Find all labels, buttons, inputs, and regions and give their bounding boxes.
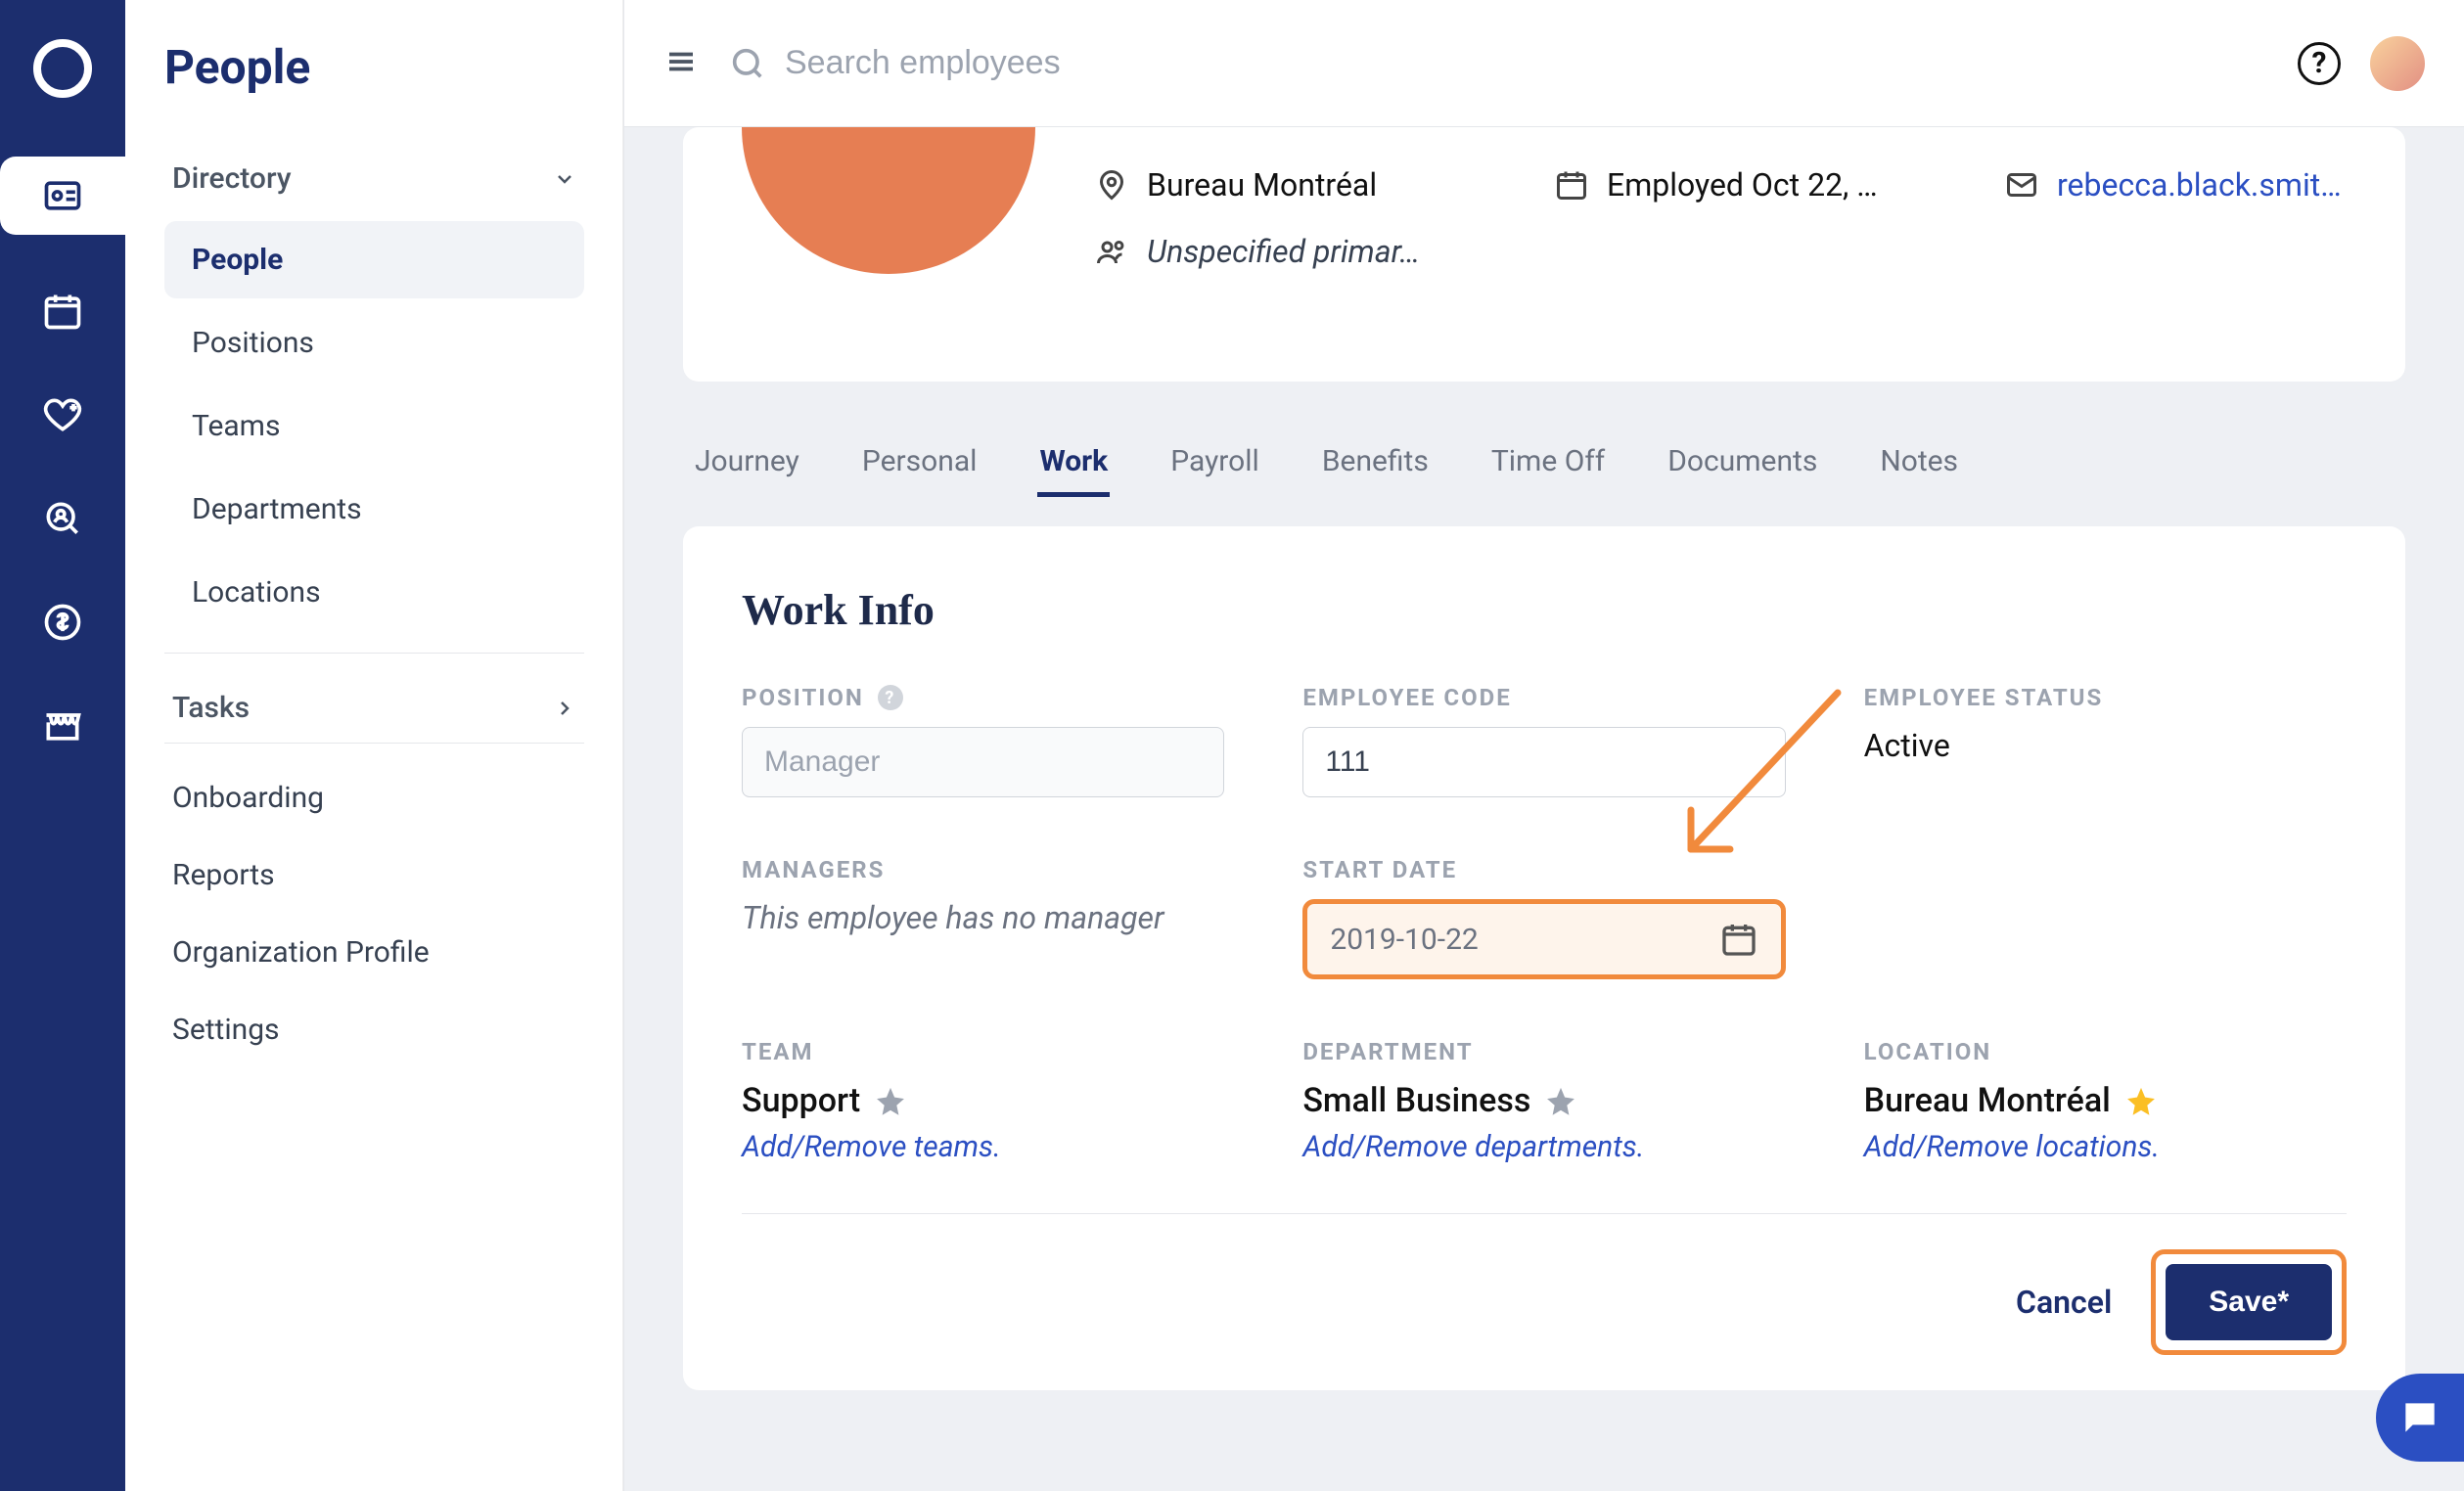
location-value: Bureau Montréal	[1864, 1081, 2111, 1120]
field-employee-code: Employee Code	[1302, 684, 1785, 797]
tab-journey[interactable]: Journey	[693, 430, 801, 497]
profile-primary-text: Unspecified primar…	[1147, 233, 1420, 270]
field-team: Team Support Add/Remove teams.	[742, 1038, 1224, 1164]
nav-subitem-positions[interactable]: Positions	[164, 304, 584, 382]
save-highlight: Save*	[2151, 1249, 2347, 1355]
managers-value: This employee has no manager	[742, 899, 1224, 936]
chevron-down-icon	[553, 167, 576, 191]
search-icon	[728, 44, 767, 83]
start-date-highlight: 2019-10-22	[1302, 899, 1785, 979]
nav-people-icon[interactable]	[0, 157, 125, 235]
department-label: Department	[1302, 1038, 1473, 1065]
nav-group-label: Tasks	[172, 691, 250, 725]
location-icon	[1094, 167, 1129, 203]
profile-location: Bureau Montréal	[1094, 166, 1515, 203]
field-department: Department Small Business Add/Remove dep…	[1302, 1038, 1785, 1164]
user-avatar[interactable]	[2370, 36, 2425, 91]
field-position: Position ?	[742, 684, 1224, 797]
team-edit-link[interactable]: Add/Remove teams.	[742, 1130, 1224, 1164]
footer-actions: Cancel Save*	[742, 1213, 2347, 1390]
position-help-icon[interactable]: ?	[878, 685, 903, 710]
calendar-icon	[1554, 167, 1589, 203]
team-label: Team	[742, 1038, 814, 1065]
help-button[interactable]: ?	[2298, 42, 2341, 85]
search-wrap	[728, 44, 2268, 83]
search-input[interactable]	[785, 44, 2268, 82]
profile-tabs: Journey Personal Work Payroll Benefits T…	[683, 430, 2405, 497]
nav-subitem-locations[interactable]: Locations	[164, 554, 584, 631]
employee-avatar	[742, 127, 1035, 274]
nav-subitem-teams[interactable]: Teams	[164, 387, 584, 465]
employee-code-label: Employee Code	[1302, 684, 1511, 711]
profile-header-card: Bureau Montréal Employed Oct 22, … rebec…	[683, 127, 2405, 382]
field-managers: Managers This employee has no manager	[742, 856, 1224, 979]
department-edit-link[interactable]: Add/Remove departments.	[1302, 1130, 1785, 1164]
sidebar: People Directory People Positions Teams …	[125, 0, 624, 1491]
nav-group-tasks[interactable]: Tasks	[164, 673, 584, 744]
tab-work[interactable]: Work	[1037, 430, 1110, 497]
department-value: Small Business	[1302, 1081, 1530, 1120]
save-button[interactable]: Save*	[2166, 1264, 2332, 1340]
start-date-input[interactable]: 2019-10-22	[1312, 909, 1718, 970]
tab-time-off[interactable]: Time Off	[1489, 430, 1607, 497]
employee-code-input[interactable]	[1302, 727, 1785, 797]
tab-benefits[interactable]: Benefits	[1320, 430, 1431, 497]
nav-search-person-icon[interactable]	[35, 491, 90, 546]
field-employee-status: Employee Status Active	[1864, 684, 2347, 797]
people-icon	[1094, 234, 1129, 269]
location-label: Location	[1864, 1038, 1992, 1065]
nav-group-directory[interactable]: Directory	[164, 144, 584, 213]
calendar-picker-icon[interactable]	[1719, 920, 1758, 959]
logo-icon[interactable]	[33, 39, 92, 98]
nav-calendar-icon[interactable]	[35, 284, 90, 339]
topbar: ?	[624, 0, 2464, 127]
nav-group-label: Directory	[172, 161, 292, 196]
sidebar-title: People	[164, 39, 584, 95]
chat-widget[interactable]	[2376, 1374, 2464, 1462]
hamburger-button[interactable]	[663, 44, 699, 83]
work-info-title: Work Info	[742, 585, 2347, 635]
nav-store-icon[interactable]	[35, 699, 90, 753]
team-value: Support	[742, 1081, 860, 1120]
profile-email[interactable]: rebecca.black.smith1…	[2004, 166, 2347, 203]
tab-payroll[interactable]: Payroll	[1168, 430, 1261, 497]
profile-employed-text: Employed Oct 22, …	[1607, 166, 1878, 203]
team-favorite-star[interactable]	[876, 1086, 905, 1115]
profile-employed: Employed Oct 22, …	[1554, 166, 1965, 203]
mail-icon	[2004, 167, 2039, 203]
profile-primary: Unspecified primar…	[1094, 233, 1515, 270]
main: ? Bureau Montréal Employed Oct 22, …	[624, 0, 2464, 1491]
nav-heart-icon[interactable]	[35, 387, 90, 442]
location-edit-link[interactable]: Add/Remove locations.	[1864, 1130, 2347, 1164]
location-favorite-star[interactable]	[2126, 1086, 2156, 1115]
nav-item-reports[interactable]: Reports	[164, 836, 584, 914]
tab-personal[interactable]: Personal	[860, 430, 980, 497]
profile-email-text: rebecca.black.smith1…	[2057, 166, 2347, 203]
employee-status-value: Active	[1864, 727, 2347, 764]
field-start-date: Start Date 2019-10-22	[1302, 856, 1785, 979]
position-label: Position	[742, 684, 864, 711]
start-date-label: Start Date	[1302, 856, 1457, 883]
chevron-right-icon	[553, 697, 576, 720]
employee-status-label: Employee Status	[1864, 684, 2104, 711]
department-favorite-star[interactable]	[1546, 1086, 1575, 1115]
position-input[interactable]	[742, 727, 1224, 797]
nav-item-onboarding[interactable]: Onboarding	[164, 759, 584, 836]
directory-subitems: People Positions Teams Departments Locat…	[164, 221, 584, 654]
cancel-button[interactable]: Cancel	[2016, 1284, 2112, 1321]
nav-money-icon[interactable]	[35, 595, 90, 650]
nav-item-settings[interactable]: Settings	[164, 991, 584, 1068]
tab-documents[interactable]: Documents	[1665, 430, 1819, 497]
profile-location-text: Bureau Montréal	[1147, 166, 1377, 203]
field-location: Location Bureau Montréal Add/Remove loca…	[1864, 1038, 2347, 1164]
nav-item-organization-profile[interactable]: Organization Profile	[164, 914, 584, 991]
nav-subitem-people[interactable]: People	[164, 221, 584, 298]
managers-label: Managers	[742, 856, 885, 883]
nav-subitem-departments[interactable]: Departments	[164, 471, 584, 548]
tab-notes[interactable]: Notes	[1878, 430, 1960, 497]
work-info-card: Work Info Position ?	[683, 526, 2405, 1390]
icon-rail	[0, 0, 125, 1491]
